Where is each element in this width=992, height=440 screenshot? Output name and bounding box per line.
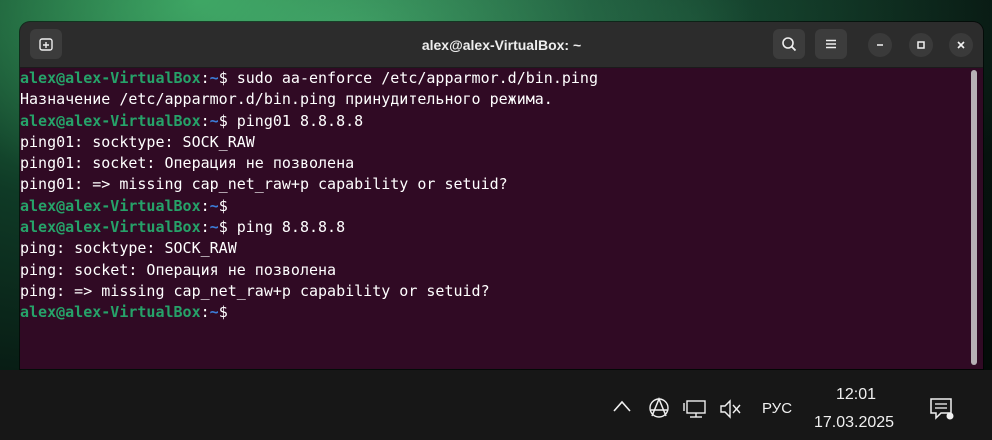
command-text: ping 8.8.8.8 bbox=[227, 218, 346, 237]
minimize-button[interactable] bbox=[868, 33, 892, 57]
search-icon bbox=[782, 37, 797, 52]
terminal-output-line: Назначение /etc/apparmor.d/bin.ping прин… bbox=[20, 90, 553, 109]
prompt-path: ~ bbox=[209, 111, 219, 130]
prompt-user-host: alex@alex-VirtualBox bbox=[20, 196, 201, 215]
terminal-output-line: ping: socket: Операция не позволена bbox=[20, 260, 337, 279]
network-icon bbox=[683, 400, 706, 418]
prompt-user-host: alex@alex-VirtualBox bbox=[20, 69, 201, 87]
new-tab-button[interactable] bbox=[30, 29, 62, 59]
menu-button[interactable] bbox=[815, 29, 847, 59]
prompt-user-host: alex@alex-VirtualBox bbox=[20, 218, 201, 237]
prompt-colon: : bbox=[200, 218, 210, 237]
clock-time[interactable]: 12:01 bbox=[836, 386, 876, 404]
prompt-path: ~ bbox=[209, 69, 219, 87]
language-indicator[interactable]: РУС bbox=[762, 400, 792, 417]
new-tab-icon bbox=[39, 38, 53, 51]
speaker-muted-icon bbox=[720, 399, 741, 419]
prompt-symbol: $ bbox=[218, 111, 228, 130]
scrollbar[interactable] bbox=[971, 70, 977, 365]
maximize-button[interactable] bbox=[909, 33, 933, 57]
terminal-prompt-line: alex@alex-VirtualBox:~$ ping 8.8.8.8 bbox=[20, 217, 598, 238]
command-text: ping01 8.8.8.8 bbox=[227, 111, 364, 130]
taskbar: РУС 12:01 17.03.2025 bbox=[0, 370, 992, 440]
terminal-prompt-line: alex@alex-VirtualBox:~$ bbox=[20, 196, 598, 217]
prompt-path: ~ bbox=[209, 303, 219, 322]
prompt-colon: : bbox=[200, 196, 210, 215]
volume-button[interactable] bbox=[719, 399, 743, 419]
chevron-up-icon bbox=[613, 400, 631, 412]
terminal-output-line: ping: => missing cap_net_raw+p capabilit… bbox=[20, 281, 490, 300]
window-titlebar[interactable]: alex@alex-VirtualBox: ~ bbox=[20, 22, 983, 68]
maximize-icon bbox=[917, 41, 925, 49]
network-button[interactable] bbox=[683, 399, 709, 419]
close-icon bbox=[957, 41, 965, 49]
prompt-user-host: alex@alex-VirtualBox bbox=[20, 111, 201, 130]
terminal-output-line: ping01: socket: Операция не позволена bbox=[20, 154, 355, 173]
show-hidden-icons-button[interactable] bbox=[612, 399, 632, 413]
close-button[interactable] bbox=[949, 33, 973, 57]
prompt-symbol: $ bbox=[218, 218, 228, 237]
notification-center-button[interactable] bbox=[929, 397, 955, 421]
notification-icon bbox=[930, 398, 954, 420]
terminal-output-line: ping: socktype: SOCK_RAW bbox=[20, 239, 237, 258]
hamburger-menu-icon bbox=[826, 39, 836, 49]
prompt-path: ~ bbox=[209, 218, 219, 237]
prompt-colon: : bbox=[200, 111, 210, 130]
search-button[interactable] bbox=[773, 29, 805, 59]
terminal-prompt-line: alex@alex-VirtualBox:~$ sudo aa-enforce … bbox=[20, 68, 598, 89]
tray-app-button[interactable] bbox=[648, 397, 670, 419]
prompt-path: ~ bbox=[209, 196, 219, 215]
terminal-lines: alex@alex-VirtualBox:~$ sudo aa-enforce … bbox=[20, 68, 598, 324]
prompt-colon: : bbox=[200, 69, 210, 87]
terminal-prompt-line: alex@alex-VirtualBox:~$ bbox=[20, 302, 598, 323]
anarchy-icon bbox=[649, 397, 669, 418]
clock-date[interactable]: 17.03.2025 bbox=[814, 414, 894, 432]
terminal-prompt-line: alex@alex-VirtualBox:~$ ping01 8.8.8.8 bbox=[20, 111, 598, 132]
terminal-output-line: ping01: => missing cap_net_raw+p capabil… bbox=[20, 175, 508, 194]
terminal-window: alex@alex-VirtualBox: ~ alex@alex-Virtua… bbox=[20, 22, 983, 369]
command-text: sudo aa-enforce /etc/apparmor.d/bin.ping bbox=[227, 69, 598, 87]
terminal-output-area[interactable]: alex@alex-VirtualBox:~$ sudo aa-enforce … bbox=[20, 68, 983, 369]
prompt-user-host: alex@alex-VirtualBox bbox=[20, 303, 201, 322]
minimize-icon bbox=[877, 44, 883, 46]
prompt-colon: : bbox=[200, 303, 210, 322]
prompt-symbol: $ bbox=[218, 196, 228, 215]
prompt-symbol: $ bbox=[218, 69, 228, 87]
prompt-symbol: $ bbox=[218, 303, 228, 322]
terminal-output-line: ping01: socktype: SOCK_RAW bbox=[20, 132, 255, 151]
